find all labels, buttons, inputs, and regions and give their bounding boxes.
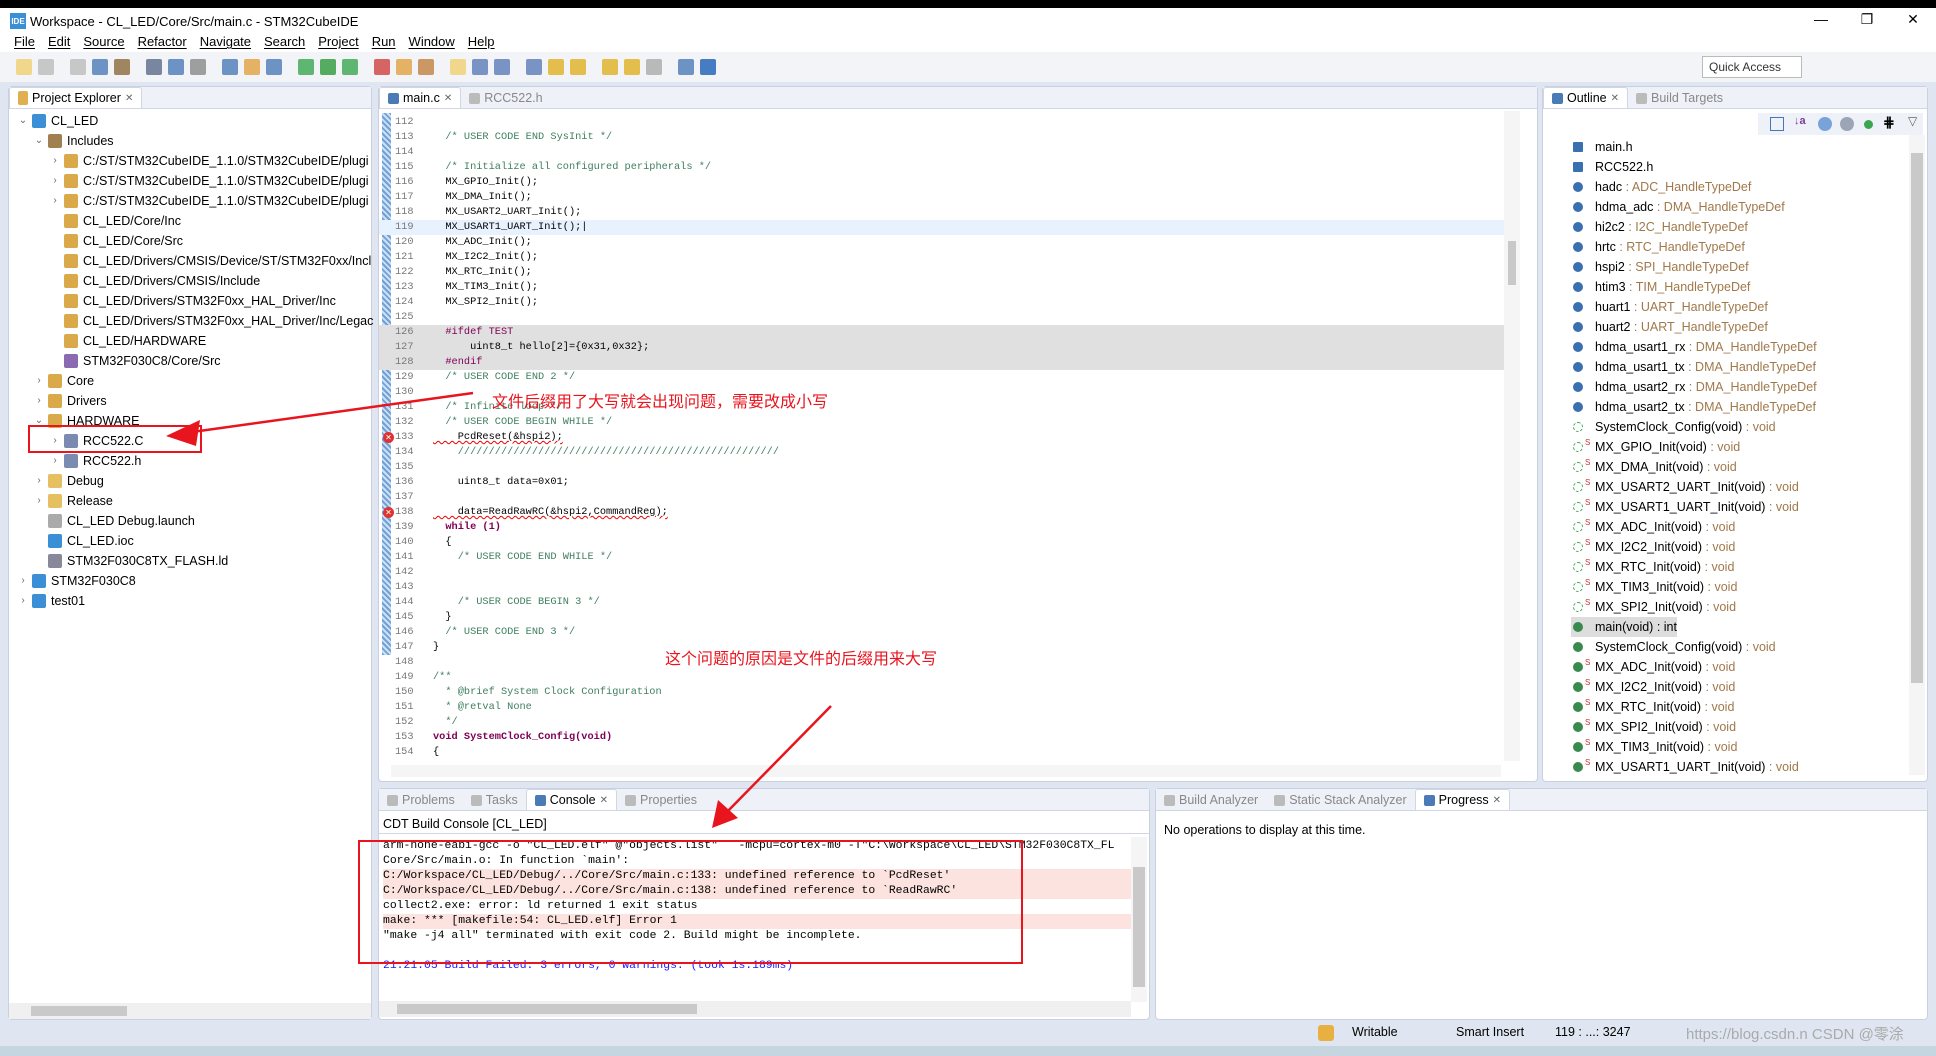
annotation-note-2: 这个问题的原因是文件的后缀用来大写 xyxy=(665,649,938,668)
annotation-arrow-line-2 xyxy=(723,705,832,816)
annotation-arrowhead-1 xyxy=(166,420,200,446)
annotation-note-1: 文件后缀用了大写就会出现问题，需要改成小写 xyxy=(492,392,829,411)
annotation-arrows xyxy=(166,391,832,828)
annotation-arrow-line-1 xyxy=(184,391,474,435)
